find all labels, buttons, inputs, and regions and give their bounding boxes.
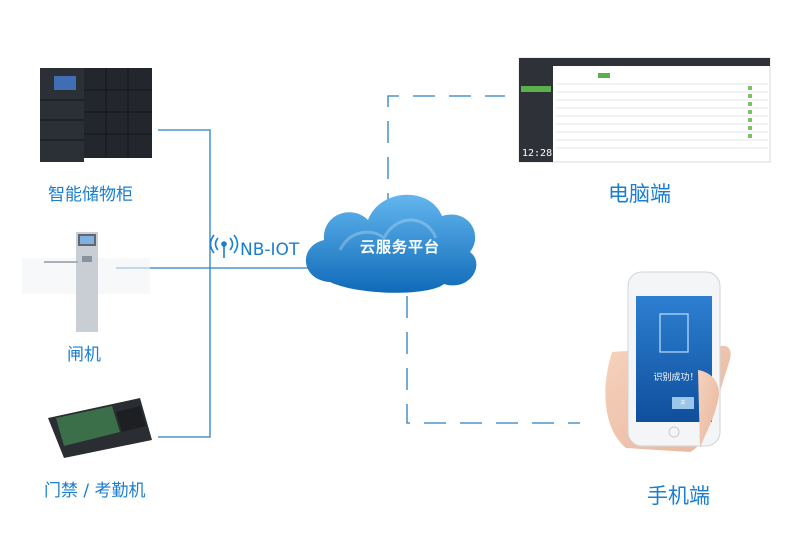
antenna-icon xyxy=(209,234,239,258)
phone-close-button: 关 xyxy=(672,397,694,409)
smart-locker-label: 智能储物柜 xyxy=(48,185,133,205)
access-attendance-label: 门禁 / 考勤机 xyxy=(44,481,146,501)
desktop-terminal-label: 电脑端 xyxy=(608,182,671,206)
gate-label: 闸机 xyxy=(67,345,101,365)
nb-iot-label: NB-IOT xyxy=(240,240,300,260)
desktop-screenshot-image xyxy=(518,57,771,163)
smart-locker-image xyxy=(40,68,152,162)
phone-image xyxy=(605,271,731,452)
desktop-clock: 12:28:24 xyxy=(522,148,571,159)
gate-image xyxy=(22,232,150,332)
mobile-terminal-label: 手机端 xyxy=(647,484,710,508)
phone-status-text: 识别成功！ xyxy=(653,373,699,383)
cloud-platform-label: 云服务平台 xyxy=(359,238,440,256)
access-terminal-image xyxy=(48,398,152,458)
